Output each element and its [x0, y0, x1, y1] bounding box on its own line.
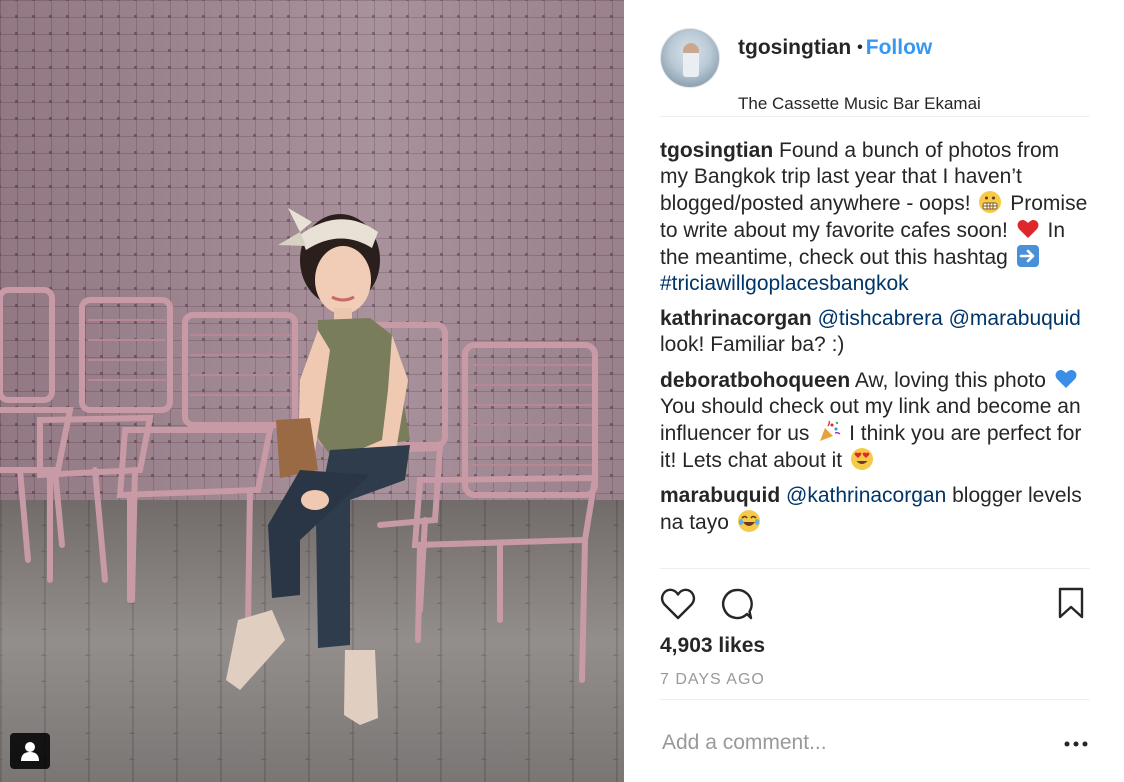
username-link[interactable]: tgosingtian [738, 36, 851, 59]
list-item: deboratbohoqueen Aw, loving this photo Y… [660, 369, 1082, 472]
mention-link[interactable]: @marabuquid [949, 307, 1081, 330]
comments-divider [660, 568, 1090, 569]
comment-username[interactable]: marabuquid [660, 484, 780, 507]
post-photo[interactable] [0, 0, 624, 782]
post-details-panel: tgosingtian • Follow The Cassette Music Ba… [624, 0, 1124, 782]
caption-comment: tgosingtian Found a bunch of photos from… [660, 139, 1088, 295]
blue-heart-icon [1055, 370, 1077, 388]
likes-count[interactable]: 4,903 likes [660, 634, 765, 658]
grimacing-face-icon [979, 191, 1002, 213]
hashtag-link[interactable]: #triciawillgoplacesbangkok [660, 272, 909, 295]
add-comment-input[interactable] [662, 728, 1042, 758]
party-popper-icon [820, 420, 841, 441]
woman-figure [226, 208, 410, 725]
follow-button[interactable]: Follow [866, 36, 933, 59]
location-link[interactable]: The Cassette Music Bar Ekamai [738, 94, 981, 114]
post-timestamp[interactable]: 7 DAYS AGO [660, 671, 765, 689]
post-header: tgosingtian • Follow The Cassette Music Ba… [660, 28, 1090, 116]
comment-username[interactable]: tgosingtian [660, 139, 773, 162]
heart-eyes-icon [850, 448, 873, 470]
separator-dot: • [857, 39, 863, 56]
photo-scene [0, 208, 599, 725]
ellipsis-icon[interactable] [1058, 734, 1094, 754]
mention-link[interactable]: @tishcabrera [818, 307, 943, 330]
footer-divider [660, 699, 1090, 700]
header-divider [660, 116, 1090, 117]
action-bar [660, 584, 1090, 624]
right-arrow-icon [1016, 245, 1039, 267]
tagged-user-icon[interactable] [10, 733, 50, 769]
list-item: kathrinacorgan @tishcabrera @marabuquid … [660, 306, 1092, 358]
red-heart-icon [1017, 220, 1039, 238]
tears-of-joy-icon [737, 510, 760, 532]
mention-link[interactable]: @kathrinacorgan [786, 484, 946, 507]
comment-text: look! Familiar ba? :) [660, 333, 845, 356]
comments-list[interactable]: tgosingtian Found a bunch of photos from… [660, 138, 1092, 568]
comment-username[interactable]: deboratbohoqueen [660, 369, 850, 392]
comment-username[interactable]: kathrinacorgan [660, 307, 812, 330]
speech-bubble-icon[interactable] [720, 587, 754, 621]
heart-outline-icon[interactable] [660, 587, 696, 621]
avatar[interactable] [660, 28, 720, 88]
list-item: marabuquid @kathrinacorgan blogger level… [660, 483, 1092, 536]
bookmark-icon[interactable] [1058, 587, 1084, 619]
